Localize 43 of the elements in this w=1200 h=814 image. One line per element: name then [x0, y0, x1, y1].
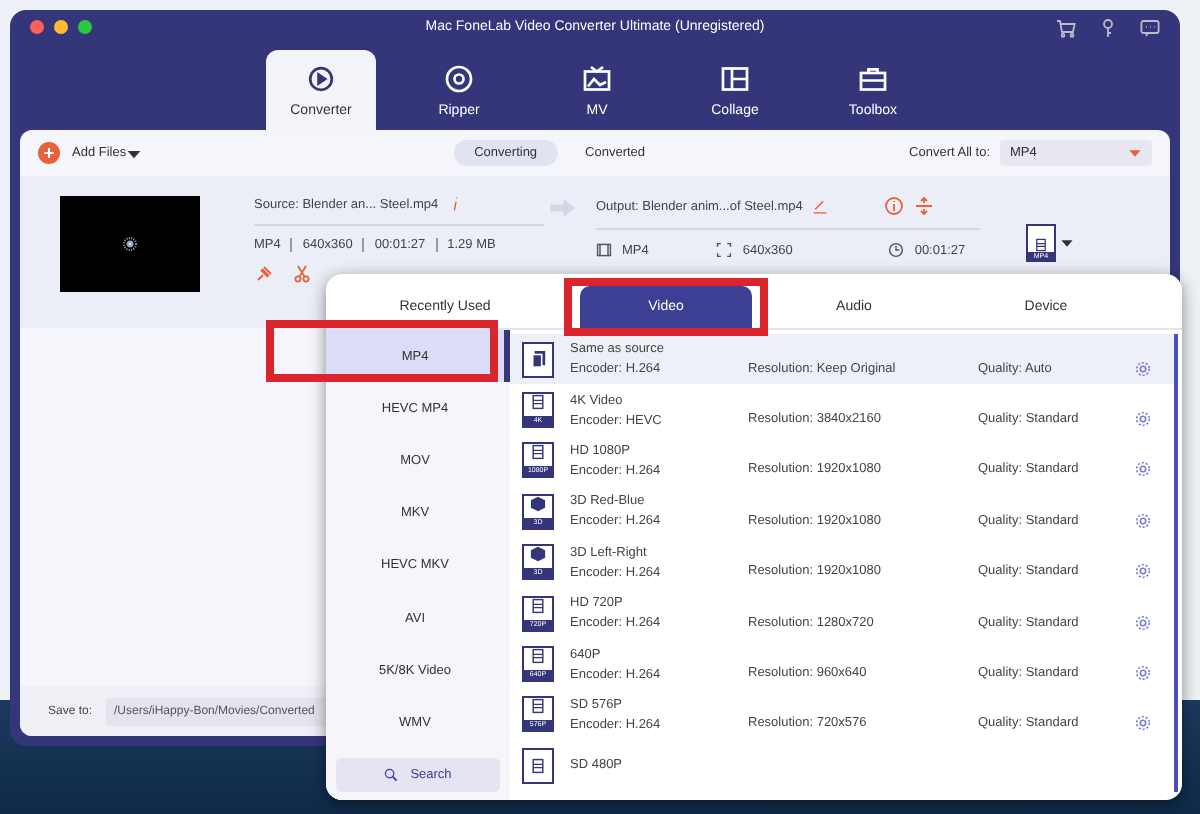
settings-icon	[1134, 664, 1152, 683]
film-icon	[530, 394, 546, 411]
message-icon	[1140, 17, 1160, 37]
caret-icon	[1060, 236, 1074, 250]
close-button[interactable]	[30, 20, 44, 34]
cube-icon	[530, 546, 546, 563]
film-icon	[596, 242, 612, 258]
minimize-button[interactable]	[54, 20, 68, 34]
maximize-button[interactable]	[78, 20, 92, 34]
settings-icon	[1134, 460, 1152, 479]
key-icon	[1098, 17, 1118, 37]
settings-icon	[1134, 613, 1152, 632]
scissors-icon	[292, 264, 312, 284]
toolbox-icon	[858, 64, 888, 94]
split-icon	[914, 196, 935, 216]
plus-icon	[42, 146, 56, 160]
resize-icon	[716, 242, 733, 258]
film-icon	[1034, 238, 1048, 252]
film-icon	[530, 444, 546, 461]
arrow-icon	[544, 196, 580, 220]
converter-icon	[306, 64, 336, 94]
film-icon	[530, 757, 546, 774]
search-icon	[384, 768, 399, 782]
film-icon	[530, 698, 546, 715]
collage-icon	[720, 64, 750, 94]
pencil-icon	[812, 198, 829, 214]
caret-icon	[126, 145, 143, 161]
clock-icon	[888, 242, 905, 258]
tv-icon	[582, 64, 612, 94]
film-icon	[530, 648, 546, 665]
cube-icon	[530, 495, 546, 512]
settings-icon	[1134, 359, 1152, 378]
caret-icon	[1128, 146, 1142, 160]
cart-icon	[1056, 17, 1076, 37]
sparkle-icon	[118, 232, 142, 256]
settings-icon	[1134, 511, 1152, 530]
settings-icon	[1134, 714, 1152, 733]
info-icon	[884, 196, 905, 216]
disc-icon	[444, 64, 474, 94]
copy-icon	[529, 350, 547, 369]
film-icon	[530, 597, 546, 614]
settings-icon	[1134, 562, 1152, 581]
settings-icon	[1134, 410, 1152, 429]
